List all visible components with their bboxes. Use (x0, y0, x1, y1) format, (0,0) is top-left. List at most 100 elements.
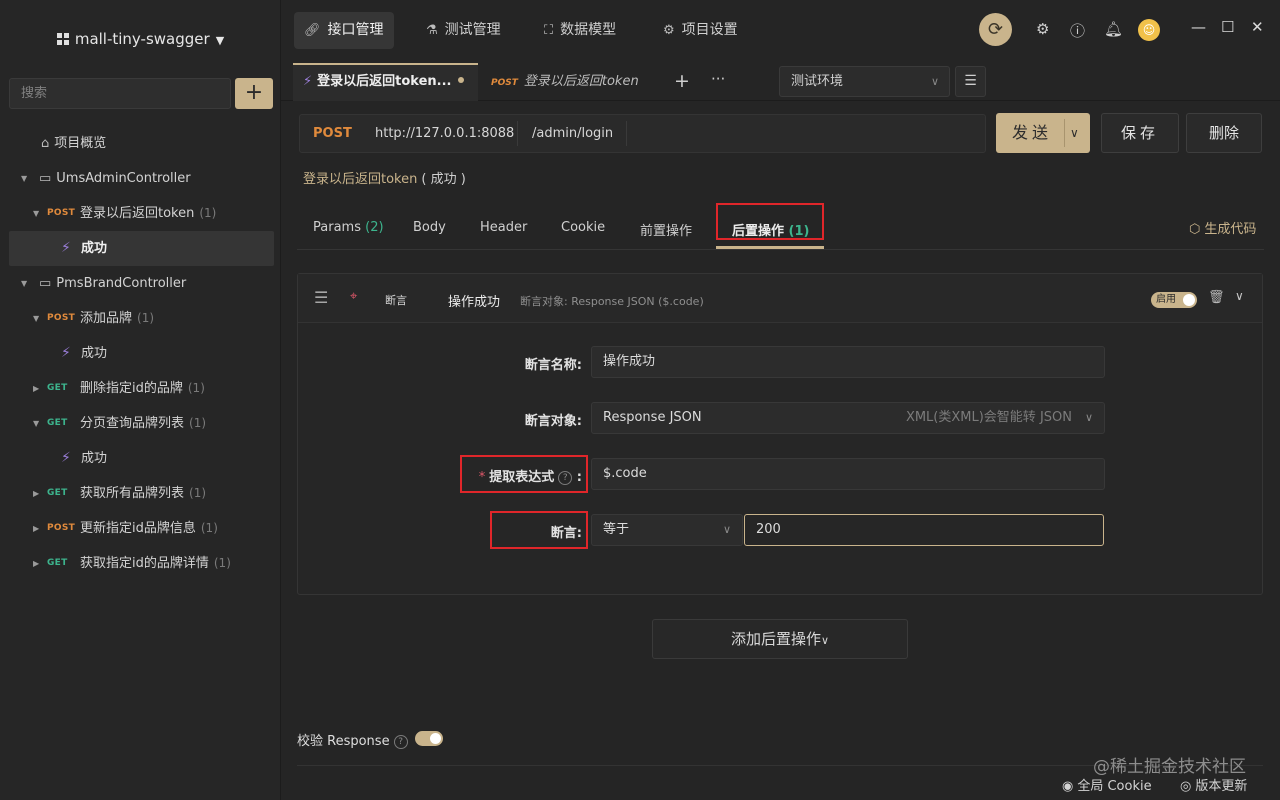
caret-right-icon[interactable]: ▶ (33, 476, 39, 511)
caret-right-icon[interactable]: ▶ (33, 511, 39, 546)
tree-case-login-success[interactable]: ⚡ 成功 (9, 231, 274, 266)
host-field[interactable]: http://127.0.0.1:8088 (375, 115, 514, 152)
tree-case-list-page-success[interactable]: ⚡ 成功 (9, 441, 274, 476)
flask-icon: ⚗ (426, 23, 438, 38)
trash-icon[interactable]: 🗑︎ (1208, 290, 1225, 305)
tree-folder-ums[interactable]: ▼ ▭ UmsAdminController (9, 161, 274, 196)
tab-project-settings[interactable]: ⚙ 项目设置 (653, 12, 748, 49)
tab-pre-operation[interactable]: 前置操作 (640, 220, 692, 239)
highlight-box (490, 511, 588, 549)
api-name[interactable]: 登录以后返回token (303, 172, 417, 187)
expected-value-input[interactable]: 200 (744, 514, 1104, 546)
bolt-icon: ⚡ (61, 345, 71, 361)
search-input[interactable]: 搜索 (9, 78, 231, 109)
tree-item-label: 成功 (81, 451, 108, 466)
tab-test-management[interactable]: ⚗ 测试管理 (416, 12, 511, 49)
avatar[interactable]: ☺ (1138, 19, 1160, 41)
settings-icon[interactable]: ⚙ (1036, 20, 1049, 38)
help-icon[interactable]: ⓘ (1070, 20, 1085, 41)
tab-api-management[interactable]: 🔗︎ 接口管理 (294, 12, 394, 49)
tree-item-add-brand[interactable]: ▼ POST 添加品牌 (1) (9, 301, 274, 336)
new-tab-button[interactable]: + (674, 70, 690, 92)
request-tab-label: 登录以后返回token... (317, 74, 452, 89)
drag-handle-icon[interactable]: ☰ (314, 288, 328, 307)
tab-cookie[interactable]: Cookie (561, 220, 605, 235)
method-badge: GET (47, 488, 68, 498)
caret-down-icon[interactable]: ▼ (33, 196, 39, 231)
global-cookie-button[interactable]: ◉ 全局 Cookie (1062, 775, 1152, 794)
version-update-button[interactable]: ◎ 版本更新 (1180, 775, 1247, 794)
add-button[interactable]: + (235, 78, 273, 109)
chevron-down-icon: ∨ (1084, 411, 1093, 424)
generate-code-button[interactable]: ⬡ 生成代码 (1189, 218, 1256, 237)
caret-right-icon[interactable]: ▶ (33, 371, 39, 406)
chevron-down-icon[interactable]: ∨ (1070, 113, 1079, 153)
request-tab-inactive[interactable]: POST 登录以后返回token (481, 63, 661, 101)
environment-select[interactable]: 测试环境 ∨ (779, 66, 950, 97)
tree-item-label: 删除指定id的品牌 (80, 381, 183, 396)
sidebar: mall-tiny-swagger ▼ 搜索 + ⌂ 项目概览 ▼ ▭ UmsAdmi… (0, 0, 281, 800)
chevron-down-icon: ∨ (930, 75, 939, 88)
bolt-icon: ⚡ (303, 74, 313, 89)
toggle-knob (1183, 294, 1195, 306)
tree-item-get-brand[interactable]: ▶ GET 获取指定id的品牌详情 (1) (9, 546, 274, 581)
minimize-icon[interactable]: — (1191, 18, 1206, 36)
tree-item-list-all-brand[interactable]: ▶ GET 获取所有品牌列表 (1) (9, 476, 274, 511)
chevron-down-icon: ∨ (722, 523, 731, 536)
tree-item-update-brand[interactable]: ▶ POST 更新指定id品牌信息 (1) (9, 511, 274, 546)
verify-response: 校验 Response? (297, 730, 408, 749)
caret-right-icon[interactable]: ▶ (33, 546, 39, 581)
tab-header[interactable]: Header (480, 220, 527, 235)
tree-item-count: (1) (189, 416, 207, 430)
method-badge: POST (47, 208, 76, 218)
request-tab-active[interactable]: ⚡ 登录以后返回token... (293, 63, 478, 101)
request-tab-label: 登录以后返回token (523, 74, 639, 89)
help-icon[interactable]: ? (393, 735, 408, 749)
tab-params[interactable]: Params (2) (313, 220, 384, 235)
project-name-label: mall-tiny-swagger (74, 30, 210, 48)
extract-expression-input[interactable]: $.code (591, 458, 1105, 490)
sync-icon[interactable]: ⟳ (979, 13, 1012, 46)
assertion-header[interactable]: ☰ ⌖ 断言 操作成功 断言对象: Response JSON ($.code)… (298, 274, 1262, 323)
delete-button[interactable]: 删除 (1186, 113, 1262, 153)
assertion-name-label: 断言名称: (524, 358, 582, 373)
assertion-target-select[interactable]: Response JSON XML(类XML)会智能转 JSON ∨ (591, 402, 1105, 434)
operator-select[interactable]: 等于 ∨ (591, 514, 743, 546)
project-selector[interactable]: mall-tiny-swagger ▼ (0, 30, 281, 48)
add-post-operation-button[interactable]: 添加后置操作∨ (652, 619, 908, 659)
more-tabs-button[interactable]: ··· (711, 70, 725, 88)
chevron-down-icon[interactable]: ∨ (1235, 289, 1244, 303)
verify-response-toggle[interactable] (415, 731, 443, 746)
tree-item-login[interactable]: ▼ POST 登录以后返回token (1) (9, 196, 274, 231)
path-field[interactable]: /admin/login (532, 115, 613, 152)
cookie-icon: ◉ (1062, 779, 1074, 794)
tab-body[interactable]: Body (413, 220, 446, 235)
url-bar[interactable]: POST http://127.0.0.1:8088 /admin/login (299, 114, 986, 153)
enable-toggle[interactable]: 启用 (1151, 292, 1197, 308)
tree-item-list-brand-page[interactable]: ▼ GET 分页查询品牌列表 (1) (9, 406, 274, 441)
folder-icon: ▭ (39, 276, 52, 291)
select-value: 等于 (603, 522, 630, 537)
caret-down-icon: ▼ (215, 34, 225, 47)
bell-icon[interactable]: 🔔︎ (1104, 20, 1123, 38)
tree-item-label: PmsBrandController (56, 276, 187, 291)
bank-icon: ⌂ (41, 136, 50, 151)
caret-down-icon[interactable]: ▼ (33, 301, 39, 336)
environment-value: 测试环境 (791, 74, 844, 89)
caret-down-icon[interactable]: ▼ (21, 266, 27, 301)
maximize-icon[interactable]: ☐ (1221, 18, 1234, 36)
caret-down-icon[interactable]: ▼ (33, 406, 39, 441)
close-icon[interactable]: ✕ (1251, 18, 1264, 36)
send-button[interactable]: 发送 ∨ (996, 113, 1090, 153)
tree-folder-pms[interactable]: ▼ ▭ PmsBrandController (9, 266, 274, 301)
method-select[interactable]: POST (313, 115, 352, 152)
tree-item-delete-brand[interactable]: ▶ GET 删除指定id的品牌 (1) (9, 371, 274, 406)
divider (1064, 119, 1065, 147)
assertion-name-input[interactable]: 操作成功 (591, 346, 1105, 378)
menu-icon[interactable]: ☰ (955, 66, 986, 97)
save-button[interactable]: 保存 (1101, 113, 1179, 153)
tree-case-add-brand-success[interactable]: ⚡ 成功 (9, 336, 274, 371)
caret-down-icon[interactable]: ▼ (21, 161, 27, 196)
tree-item-overview[interactable]: ⌂ 项目概览 (9, 126, 274, 161)
tab-data-model[interactable]: ⛶ 数据模型 (534, 12, 626, 49)
